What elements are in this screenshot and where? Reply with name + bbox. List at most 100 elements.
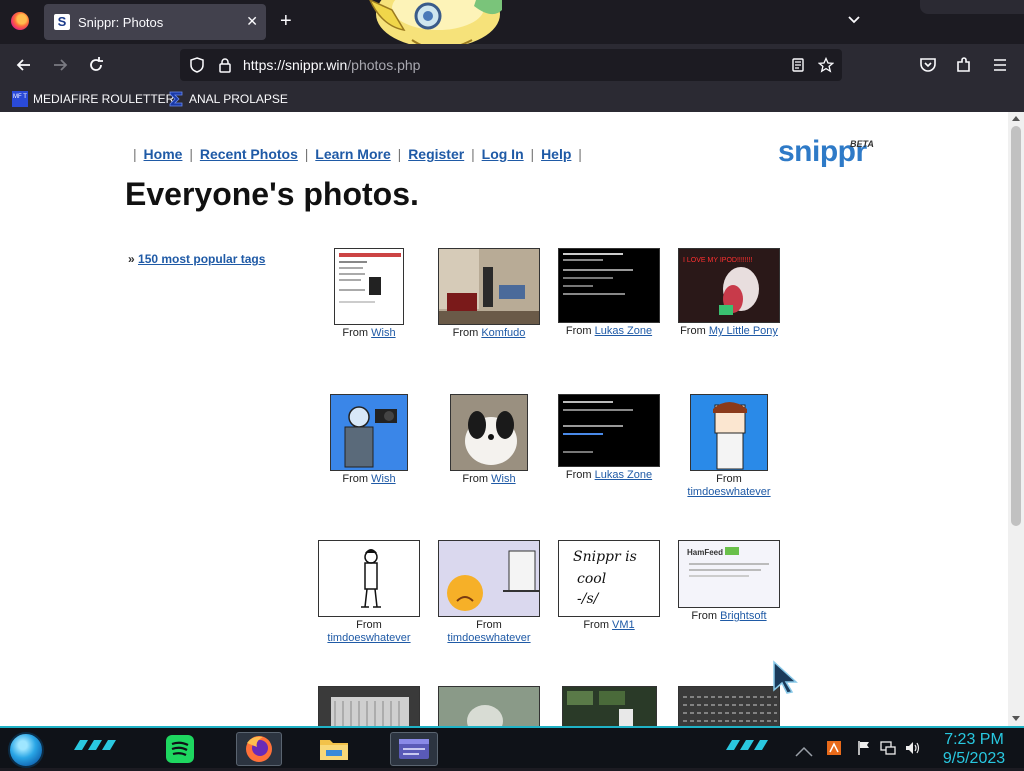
chevron-down-icon[interactable] [846, 12, 862, 28]
photo-thumbnail[interactable] [438, 540, 540, 617]
scroll-down-arrow-icon[interactable] [1012, 716, 1020, 721]
mediafire-icon-text: MF T [13, 94, 27, 100]
site-navigation: | Home | Recent Photos | Learn More | Re… [130, 146, 585, 162]
firefox-icon[interactable] [11, 12, 29, 30]
pocket-icon[interactable] [918, 55, 938, 75]
tab-snippr-photos[interactable]: S Snippr: Photos ✕ [44, 4, 266, 40]
snippr-logo[interactable]: snippr BETA [778, 136, 874, 168]
hamburger-menu-icon[interactable] [990, 55, 1010, 75]
snippr-favicon-icon: S [54, 14, 70, 30]
photo-thumbnail[interactable] [558, 394, 660, 467]
taskbar: 7:23 PM 9/5/2023 [0, 726, 1024, 768]
nav-link-home[interactable]: Home [144, 146, 183, 162]
sigma-icon [169, 91, 183, 107]
nav-link-learn-more[interactable]: Learn More [315, 146, 390, 162]
photo-source-link[interactable]: My Little Pony [709, 325, 778, 337]
nav-link-register[interactable]: Register [408, 146, 464, 162]
hamfeed-text: HamFeed [687, 548, 723, 557]
url-text[interactable]: https://snippr.win/photos.php [243, 57, 420, 73]
photo-source-link[interactable]: Wish [491, 473, 515, 485]
new-tab-button[interactable]: + [280, 10, 292, 32]
photo-source-link[interactable]: Lukas Zone [595, 469, 652, 481]
bookmark-star-icon[interactable] [818, 57, 834, 73]
lock-icon[interactable] [217, 57, 233, 73]
photo-caption: From Lukas Zone [549, 469, 669, 482]
thumb-hamfeed-image: HamFeed [687, 547, 769, 577]
photo-source-link[interactable]: VM1 [612, 619, 635, 631]
photo-source-link[interactable]: timdoeswhatever [447, 632, 530, 644]
bookmark-mediafire-rouletter[interactable]: MF T MEDIAFIRE ROULETTER [12, 90, 174, 108]
from-label: From [342, 327, 369, 339]
volume-icon[interactable] [904, 740, 920, 756]
popular-tags-link[interactable]: 150 most popular tags [138, 252, 265, 266]
nav-separator: | [397, 146, 402, 162]
firefox-app[interactable] [236, 732, 282, 766]
photo-thumbnail[interactable] [334, 248, 404, 325]
flag-icon[interactable] [856, 740, 872, 756]
back-arrow-icon[interactable] [14, 55, 34, 75]
photo-thumbnail[interactable]: Snippr is cool -/s/ [558, 540, 660, 617]
photo-source-link[interactable]: Wish [371, 327, 395, 339]
photo-source-link[interactable]: timdoeswhatever [327, 632, 410, 644]
thumb-cartoon-person-image [691, 395, 767, 470]
thumb-frown-emoji-image [439, 541, 539, 616]
from-label: From [462, 473, 489, 485]
photo-caption: From Brightsoft [669, 610, 789, 623]
close-icon[interactable]: ✕ [246, 13, 258, 30]
reader-view-icon[interactable] [790, 57, 806, 73]
scrollbar-thumb[interactable] [1011, 126, 1021, 526]
clock-time: 7:23 PM [944, 731, 1004, 748]
photo-source-link[interactable]: Komfudo [481, 327, 525, 339]
photo-thumbnail[interactable] [562, 686, 657, 726]
file-explorer-icon [320, 740, 348, 760]
photo-source-link[interactable]: timdoeswhatever [687, 486, 770, 498]
forward-arrow-icon[interactable] [50, 55, 70, 75]
photo-source-link[interactable]: Lukas Zone [595, 325, 652, 337]
photo-caption: From timdoeswhatever [669, 473, 789, 499]
photo-thumbnail[interactable]: I LOVE MY IPOD!!!!!!!! [678, 248, 780, 323]
spotify-icon [166, 735, 194, 763]
photo-thumbnail[interactable] [558, 248, 660, 323]
shield-icon[interactable] [189, 57, 205, 73]
photo-source-link[interactable]: Brightsoft [720, 610, 766, 622]
bookmark-label: MEDIAFIRE ROULETTER [33, 92, 175, 106]
clock[interactable]: 7:23 PM 9/5/2023 [934, 730, 1014, 768]
photo-thumbnail[interactable] [690, 394, 768, 471]
page-scrollbar[interactable] [1008, 112, 1024, 726]
photo-thumbnail[interactable] [318, 540, 420, 617]
photo-thumbnail[interactable] [678, 686, 780, 726]
popular-tags: » 150 most popular tags [128, 252, 265, 266]
extensions-icon[interactable] [954, 55, 974, 75]
photo-thumbnail[interactable] [438, 248, 540, 325]
thumb-blue-drawing-image [331, 395, 407, 470]
photo-thumbnail[interactable] [438, 686, 540, 726]
display-icon[interactable] [880, 740, 896, 756]
chevron-up-icon[interactable] [794, 742, 814, 758]
scroll-up-arrow-icon[interactable] [1012, 116, 1020, 121]
nav-separator: | [471, 146, 475, 162]
network-icon[interactable] [826, 740, 842, 756]
file-explorer-app[interactable] [314, 732, 354, 766]
bookmark-second[interactable]: ANAL PROLAPSE [168, 90, 288, 108]
nav-link-recent-photos[interactable]: Recent Photos [200, 146, 298, 162]
photo-thumbnail[interactable] [330, 394, 408, 471]
from-label: From [452, 327, 479, 339]
photo-caption: From Lukas Zone [549, 325, 669, 338]
clock-date: 9/5/2023 [942, 750, 1006, 767]
photo-caption: From Komfudo [429, 327, 549, 340]
address-bar[interactable]: https://snippr.win/photos.php [180, 49, 842, 81]
photo-thumbnail[interactable] [450, 394, 528, 471]
reload-icon[interactable] [86, 55, 106, 75]
photo-thumbnail[interactable]: HamFeed [678, 540, 780, 608]
thumb-room-image [439, 249, 539, 324]
spotify-app[interactable] [160, 732, 200, 766]
thumb-handwriting-image: Snippr is cool -/s/ [573, 549, 637, 607]
nav-link-log-in[interactable]: Log In [482, 146, 524, 162]
photo-thumbnail[interactable] [318, 686, 420, 726]
start-orb-icon[interactable] [8, 732, 44, 768]
window-app[interactable] [390, 732, 438, 766]
photo-source-link[interactable]: Wish [371, 473, 395, 485]
nav-link-help[interactable]: Help [541, 146, 571, 162]
thumb-image [319, 687, 419, 726]
from-label: From [476, 619, 502, 631]
